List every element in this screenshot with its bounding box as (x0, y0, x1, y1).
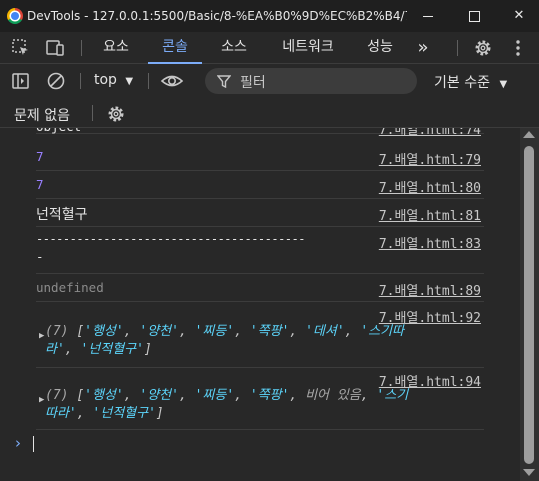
array-length: (7) (45, 388, 69, 403)
tab-network[interactable]: 네트워크 (270, 32, 346, 64)
source-link[interactable]: 7.배열.html:79 (379, 149, 481, 168)
scroll-up-icon[interactable] (523, 131, 535, 138)
console-message: object 7.배열.html:74 (36, 128, 484, 138)
console-input[interactable] (33, 436, 34, 452)
array-item: 라' (45, 342, 65, 357)
context-select[interactable]: top ▼ (94, 72, 133, 88)
issues-bar (0, 98, 539, 128)
log-value: 7 (36, 149, 44, 164)
array-item: '양천' (139, 388, 179, 403)
tab-sources[interactable]: 소스 (210, 32, 258, 64)
tab-console[interactable]: 콘솔 (148, 32, 202, 64)
console-message-array: 7.배열.html:92 ▶ (7) ['행성', '양천', '찌등', '쪽… (36, 302, 484, 368)
toolbar-divider (457, 40, 458, 56)
source-link[interactable]: 7.배열.html:81 (379, 205, 481, 224)
array-preview[interactable]: ▶ (7) ['행성', '양천', '찌등', '쪽팡', 비어 있음, '스… (39, 387, 409, 423)
log-value: ---------------------------------------- (36, 232, 305, 246)
log-value-wrap: - (36, 249, 44, 264)
settings-gear-icon[interactable] (473, 38, 493, 58)
devtools-tab-bar: 요소 콘솔 소스 네트워크 성능 » (0, 32, 539, 64)
array-preview[interactable]: ▶ (7) ['행성', '양천', '찌등', '쪽팡', '데셔', '스기… (39, 323, 405, 359)
log-value: undefined (36, 280, 104, 295)
filter-input[interactable] (205, 68, 417, 94)
source-link[interactable]: 7.배열.html:83 (379, 233, 481, 252)
console-prompt-icon: › (15, 434, 21, 452)
live-expression-eye-icon[interactable] (160, 71, 184, 91)
toolbar-divider (80, 73, 81, 89)
scroll-down-icon[interactable] (523, 469, 535, 476)
array-item: '찌등' (194, 388, 235, 403)
tab-elements[interactable]: 요소 (92, 32, 140, 64)
chrome-icon (7, 8, 23, 24)
issues-status[interactable]: 문제 없음 (14, 105, 70, 125)
console-settings-gear-icon[interactable] (106, 104, 126, 124)
source-link[interactable]: 7.배열.html:80 (379, 177, 481, 196)
kebab-menu-icon[interactable] (508, 38, 528, 58)
minimize-icon[interactable] (418, 6, 438, 26)
log-level-value: 기본 수준 (434, 75, 490, 91)
filter-placeholder: 필터 (240, 75, 266, 91)
log-level-select[interactable]: 기본 수준 ▼ (434, 72, 507, 92)
source-link[interactable]: 7.배열.html:89 (379, 280, 481, 299)
expand-triangle-icon[interactable]: ▶ (39, 327, 44, 345)
toolbar-divider (81, 40, 82, 56)
array-item: '행성' (84, 388, 124, 403)
array-item: '쪽팡' (249, 324, 290, 339)
log-value: 넌적혈구 (36, 207, 88, 223)
console-message: ----------------------------------------… (36, 227, 484, 274)
array-item: '찌등' (194, 324, 235, 339)
console-message: undefined 7.배열.html:89 (36, 274, 484, 302)
array-item: '스기 (376, 388, 409, 403)
array-item: 따라' (45, 406, 77, 421)
console-message: 7 7.배열.html:80 (36, 171, 484, 199)
source-link[interactable]: 7.배열.html:74 (379, 128, 481, 138)
array-item: '행성' (84, 324, 124, 339)
expand-triangle-icon[interactable]: ▶ (39, 391, 44, 409)
array-empty-slot: 비어 있음 (305, 388, 361, 403)
context-select-value: top (94, 72, 117, 88)
console-output: object 7.배열.html:74 7 7.배열.html:79 7 7.배… (0, 128, 520, 481)
filter-icon (217, 75, 231, 88)
more-tabs-icon[interactable]: » (408, 32, 438, 64)
scrollbar-thumb[interactable] (524, 146, 534, 464)
close-icon[interactable]: ✕ (509, 6, 529, 26)
log-value: 7 (36, 177, 44, 192)
chevron-down-icon: ▼ (125, 76, 134, 87)
array-item: '양천' (139, 324, 179, 339)
inspect-element-icon[interactable] (11, 38, 31, 58)
console-message: 넌적혈구 7.배열.html:81 (36, 199, 484, 227)
array-item: '쪽팡' (249, 388, 290, 403)
array-item: '넌적혈구' (92, 406, 156, 421)
window-title: DevTools - 127.0.0.1:5500/Basic/8-%EA%B0… (27, 9, 407, 23)
array-item: '스기따 (360, 324, 405, 339)
console-message: 7 7.배열.html:79 (36, 143, 484, 171)
toolbar-divider (92, 105, 93, 121)
title-bar: DevTools - 127.0.0.1:5500/Basic/8-%EA%B0… (0, 0, 539, 32)
console-message-array: 7.배열.html:94 ▶ (7) ['행성', '양천', '찌등', '쪽… (36, 368, 484, 430)
array-item: '데셔' (305, 324, 345, 339)
log-value: object (36, 128, 81, 134)
toolbar-divider (148, 73, 149, 89)
clear-console-icon[interactable] (46, 71, 66, 91)
array-item: '넌적혈구' (80, 342, 144, 357)
tab-performance[interactable]: 성능 (356, 32, 404, 64)
maximize-icon[interactable] (464, 6, 484, 26)
device-toolbar-icon[interactable] (45, 38, 65, 58)
array-length: (7) (45, 324, 69, 339)
chevron-down-icon: ▼ (499, 79, 508, 90)
sidebar-toggle-icon[interactable] (11, 71, 31, 91)
